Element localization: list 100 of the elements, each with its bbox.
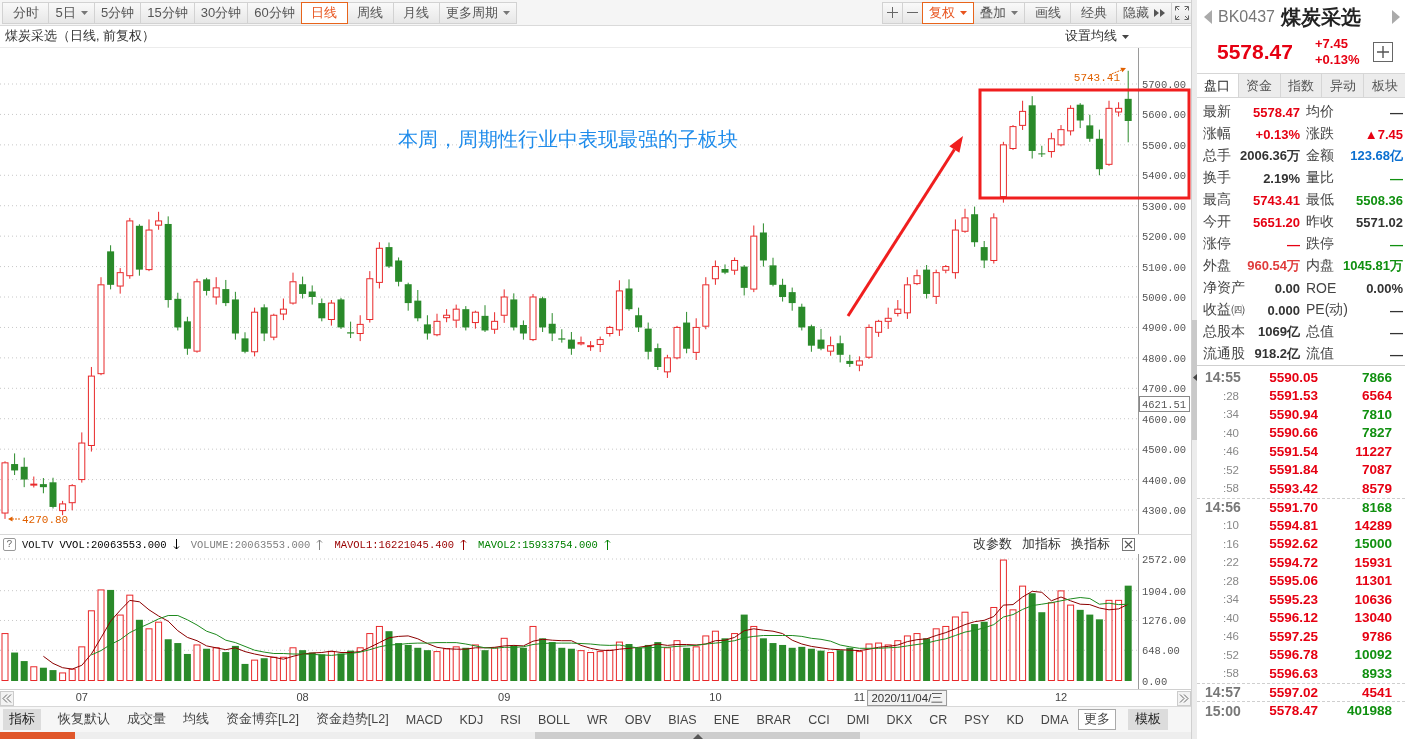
splitter-handle[interactable] [1192,320,1197,440]
period-tab[interactable]: 60分钟 [247,1,302,24]
period-tab[interactable]: 日线 [300,1,348,24]
indicator-tab[interactable]: CCI [808,712,830,727]
stock-name: 煤炭采选 [1280,4,1361,30]
indicator-tab[interactable]: BOLL [538,712,570,727]
quote-label: 收益㈣ [1203,301,1245,319]
caret-icon [1122,34,1129,39]
tick-volume: 11227 [1354,443,1392,459]
next-arrow-icon[interactable] [1392,10,1400,24]
quote-label: 昨收 [1306,213,1334,231]
scroll-right-button[interactable] [1177,690,1191,706]
indicator-action-link[interactable]: 换指标 [1069,536,1112,553]
period-tab[interactable]: 5分钟 [94,1,142,24]
help-button[interactable]: ? [3,538,16,551]
tick-price: 5593.42 [1268,480,1318,496]
tick-time: :28 [1222,574,1240,587]
toolbar-button[interactable]: 复权 [922,1,974,24]
quote-tab[interactable]: 指数 [1279,74,1322,97]
period-tab[interactable]: 月线 [392,1,440,24]
quote-value: — [1390,346,1403,362]
indicator-tab[interactable]: 均线 [183,711,209,728]
indicator-tab[interactable]: WR [586,712,608,727]
caret-icon [1011,10,1018,15]
indicator-tab[interactable]: ENE [713,712,740,727]
indicator-tab[interactable]: MACD [405,712,443,727]
previous-arrow-icon[interactable] [1204,10,1212,24]
tick-volume: 8933 [1360,665,1392,681]
double-chevron-right-icon [1179,693,1189,703]
tick-time: :16 [1222,537,1240,550]
indicator-tab[interactable]: DKX [886,712,913,727]
month-label: 07 [75,691,88,703]
price-axis-label: 5300.00 [1142,200,1187,213]
period-tab[interactable]: 30分钟 [193,1,249,24]
indicator-tab[interactable]: 恢复默认 [58,711,110,728]
indicator-tab[interactable]: BRAR [756,712,792,727]
tick-time: :58 [1222,667,1240,680]
quote-label: 涨跌 [1306,125,1334,143]
scrollbar-thumb[interactable] [535,732,860,739]
indicator-tab[interactable]: 资金趋势[L2] [315,711,389,728]
tick-price: 5596.78 [1268,647,1318,663]
percent-change: +0.13% [1315,52,1361,68]
toolbar-button[interactable]: 经典 [1070,1,1117,24]
quote-label: 流通股 [1203,345,1245,363]
month-label: 10 [709,691,722,703]
quote-value: ▲7.45 [1364,126,1403,142]
quote-value: 0.000 [1267,302,1300,318]
quote-label: ROE [1306,280,1337,296]
period-tab[interactable]: 5日 [48,1,95,24]
quote-label: PE(动) [1306,301,1348,319]
indicator-action-link[interactable]: 加指标 [1020,536,1063,553]
quote-value: 2.19% [1263,170,1300,186]
tick-time: :28 [1222,389,1240,402]
more-button[interactable]: 更多 [1077,709,1116,730]
toolbar-button[interactable]: 叠加 [973,1,1025,24]
indicator-tab[interactable]: RSI [500,712,521,727]
quote-tab[interactable]: 资金 [1237,74,1280,97]
tick-price: 5594.81 [1268,517,1318,533]
indicator-tab[interactable]: 成交量 [127,711,166,728]
price-axis-label: 4400.00 [1142,474,1187,487]
tick-time: :46 [1222,445,1240,458]
toolbar-button[interactable]: 隐藏 [1116,1,1172,24]
quote-value: — [1390,236,1403,252]
quote-tab[interactable]: 板块 [1363,74,1405,97]
indicator-tab[interactable]: KD [1006,712,1024,727]
quote-label: 涨停 [1203,235,1231,253]
template-button[interactable]: 模板 [1127,709,1168,730]
period-tab[interactable]: 15分钟 [140,1,195,24]
quote-label: 跌停 [1306,235,1334,253]
close-icon[interactable] [1122,538,1135,551]
indicator-tab[interactable]: OBV [624,712,652,727]
indicator-tab[interactable]: 资金博弈[L2] [226,711,299,728]
add-icon[interactable] [1373,42,1393,62]
zoom-out-button[interactable] [902,1,923,24]
zoom-in-button[interactable] [882,1,903,24]
tick-time: :52 [1222,463,1240,476]
tick-price: 5595.23 [1268,591,1318,607]
scroll-left-button[interactable] [0,690,14,706]
fullscreen-button[interactable] [1171,1,1192,24]
collapse-arrow-icon [1192,374,1197,381]
indicator-action-link[interactable]: 改参数 [971,536,1014,553]
indicator-tab[interactable]: BIAS [668,712,697,727]
quote-value: — [1390,324,1403,340]
quote-value: 918.2亿 [1254,345,1300,363]
period-tab[interactable]: 周线 [346,1,394,24]
period-tab[interactable]: 分时 [2,1,49,24]
indicator-tab[interactable]: PSY [964,712,990,727]
quote-label: 涨幅 [1203,125,1231,143]
quote-tab[interactable]: 异动 [1321,74,1364,97]
tick-volume: 15000 [1353,536,1392,552]
toolbar-button[interactable]: 画线 [1024,1,1071,24]
month-label: 09 [498,691,511,703]
indicator-tab[interactable]: KDJ [459,712,484,727]
tick-time: :34 [1222,593,1240,606]
indicator-tab[interactable]: DMA [1040,712,1069,727]
ma-settings-button[interactable]: 设置均线 [1065,28,1129,45]
indicator-tab[interactable]: DMI [846,712,870,727]
cursor-date-label: 2020/11/04/三 [867,690,948,706]
period-tab[interactable]: 更多周期 [438,1,517,24]
indicator-tab[interactable]: CR [929,712,948,727]
